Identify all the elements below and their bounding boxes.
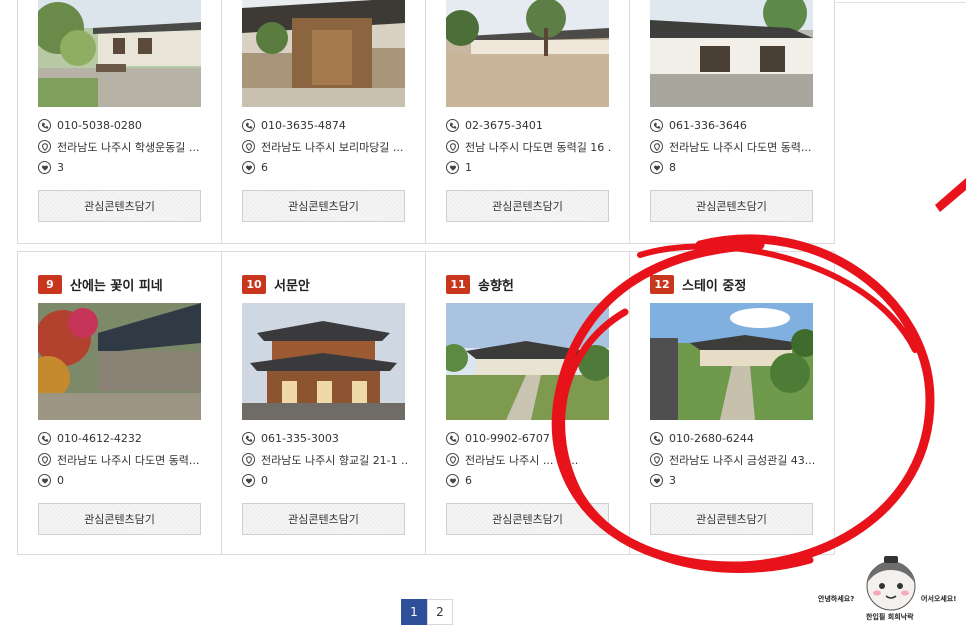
stay-like-count: 3 [57, 161, 64, 174]
stay-card: 9 산에는 꽃이 피네 010-4612-4232 전라남도 나주시 다도면 동… [18, 252, 222, 554]
stay-phone: 061-335-3003 [261, 432, 339, 445]
stay-phone: 010-5038-0280 [57, 119, 142, 132]
stay-address: 전라남도 나주시 다도면 동력... [57, 453, 200, 467]
phone-icon [650, 119, 663, 132]
stay-phone: 010-2680-6244 [669, 432, 754, 445]
stay-grid-row-2: 9 산에는 꽃이 피네 010-4612-4232 전라남도 나주시 다도면 동… [17, 251, 835, 555]
rank-badge: 9 [38, 274, 62, 294]
stay-card: 11 송향헌 010-9902-6707 전라남도 나주시 ... -1 .. … [426, 252, 630, 554]
stay-address: 전라남도 나주시 학생운동길 ... [57, 140, 200, 154]
stay-photo[interactable] [446, 0, 609, 107]
add-to-favorites-button[interactable]: 관심콘텐츠담기 [446, 503, 609, 535]
heart-icon [650, 474, 663, 487]
add-to-favorites-button[interactable]: 관심콘텐츠담기 [38, 503, 201, 535]
phone-icon [242, 119, 255, 132]
location-pin-icon [38, 453, 51, 466]
stay-like-count: 0 [261, 474, 268, 487]
location-pin-icon [650, 140, 663, 153]
rank-badge: 10 [242, 274, 266, 294]
phone-icon [446, 432, 459, 445]
stay-like-count: 3 [669, 474, 676, 487]
stay-photo[interactable] [38, 303, 201, 420]
rank-badge: 12 [650, 274, 674, 294]
mascot-caption: 한입필 희희낙락 [866, 613, 914, 621]
location-pin-icon [446, 140, 459, 153]
add-to-favorites-button[interactable]: 관심콘텐츠담기 [446, 190, 609, 222]
stay-photo[interactable] [446, 303, 609, 420]
phone-icon [650, 432, 663, 445]
stay-card: 010-5038-0280 전라남도 나주시 학생운동길 ... 3 관심콘텐츠… [18, 0, 222, 243]
stay-grid-row-1: 010-5038-0280 전라남도 나주시 학생운동길 ... 3 관심콘텐츠… [17, 0, 835, 244]
heart-icon [650, 161, 663, 174]
stay-title[interactable]: 9 산에는 꽃이 피네 [38, 273, 163, 295]
heart-icon [242, 474, 255, 487]
add-to-favorites-button[interactable]: 관심콘텐츠담기 [650, 503, 813, 535]
stay-name[interactable]: 서문안 [274, 275, 310, 294]
heart-icon [242, 161, 255, 174]
stay-address: 전라남도 나주시 보리마당길 ... [261, 140, 404, 154]
mascot-welcome: 어서오세요! [921, 595, 957, 603]
stay-title[interactable]: 10 서문안 [242, 273, 310, 295]
phone-icon [446, 119, 459, 132]
heart-icon [38, 474, 51, 487]
stay-address: 전라남도 나주시 금성관길 43... [669, 453, 815, 467]
stay-phone: 010-9902-6707 [465, 432, 550, 445]
stay-like-count: 6 [465, 474, 472, 487]
add-to-favorites-button[interactable]: 관심콘텐츠담기 [242, 503, 405, 535]
page-2-button[interactable]: 2 [427, 599, 453, 625]
stay-photo[interactable] [38, 0, 201, 107]
stay-like-count: 8 [669, 161, 676, 174]
location-pin-icon [650, 453, 663, 466]
page-1-button[interactable]: 1 [401, 599, 427, 625]
add-to-favorites-button[interactable]: 관심콘텐츠담기 [38, 190, 201, 222]
stay-card: 061-336-3646 전라남도 나주시 다도면 동력... 8 관심콘텐츠담… [630, 0, 834, 243]
heart-icon [446, 161, 459, 174]
location-pin-icon [38, 140, 51, 153]
stay-like-count: 0 [57, 474, 64, 487]
stay-phone: 010-4612-4232 [57, 432, 142, 445]
location-pin-icon [446, 453, 459, 466]
stay-photo[interactable] [242, 303, 405, 420]
stay-like-count: 1 [465, 161, 472, 174]
stay-name[interactable]: 산에는 꽃이 피네 [70, 275, 163, 294]
heart-icon [38, 161, 51, 174]
stay-address: 전라남도 나주시 다도면 동력... [669, 140, 812, 154]
stay-phone: 02-3675-3401 [465, 119, 543, 132]
stay-photo[interactable] [650, 0, 813, 107]
stay-card: 02-3675-3401 전남 나주시 다도면 동력길 16 .. 1 관심콘텐… [426, 0, 630, 243]
stay-title[interactable]: 12 스테이 중정 [650, 273, 746, 295]
phone-icon [38, 432, 51, 445]
stay-card: 12 스테이 중정 010-2680-6244 전라남도 나주시 금성관길 43… [630, 252, 834, 554]
location-pin-icon [242, 140, 255, 153]
phone-icon [242, 432, 255, 445]
add-to-favorites-button[interactable]: 관심콘텐츠담기 [242, 190, 405, 222]
top-divider [835, 2, 966, 3]
stay-card: 010-3635-4874 전라남도 나주시 보리마당길 ... 6 관심콘텐츠… [222, 0, 426, 243]
stay-phone: 010-3635-4874 [261, 119, 346, 132]
heart-icon [446, 474, 459, 487]
phone-icon [38, 119, 51, 132]
stay-address: 전남 나주시 다도면 동력길 16 .. [465, 140, 611, 154]
stay-phone: 061-336-3646 [669, 119, 747, 132]
stay-title[interactable]: 11 송향헌 [446, 273, 514, 295]
stay-card: 10 서문안 061-335-3003 전라남도 나주시 향교길 21-1 ..… [222, 252, 426, 554]
stay-name[interactable]: 송향헌 [478, 275, 514, 294]
stay-address: 전라남도 나주시 ... -1 .. [465, 453, 579, 467]
mascot-widget[interactable]: 안녕하세요? 어서오세요! 한입필 희희낙락 [816, 556, 966, 626]
stay-name[interactable]: 스테이 중정 [682, 275, 746, 294]
stay-photo[interactable] [650, 303, 813, 420]
stay-like-count: 6 [261, 161, 268, 174]
pagination: 1 2 [401, 599, 453, 625]
location-pin-icon [242, 453, 255, 466]
stay-photo[interactable] [242, 0, 405, 107]
rank-badge: 11 [446, 274, 470, 294]
stay-address: 전라남도 나주시 향교길 21-1 .. [261, 453, 407, 467]
add-to-favorites-button[interactable]: 관심콘텐츠담기 [650, 190, 813, 222]
mascot-greeting: 안녕하세요? [818, 595, 855, 603]
